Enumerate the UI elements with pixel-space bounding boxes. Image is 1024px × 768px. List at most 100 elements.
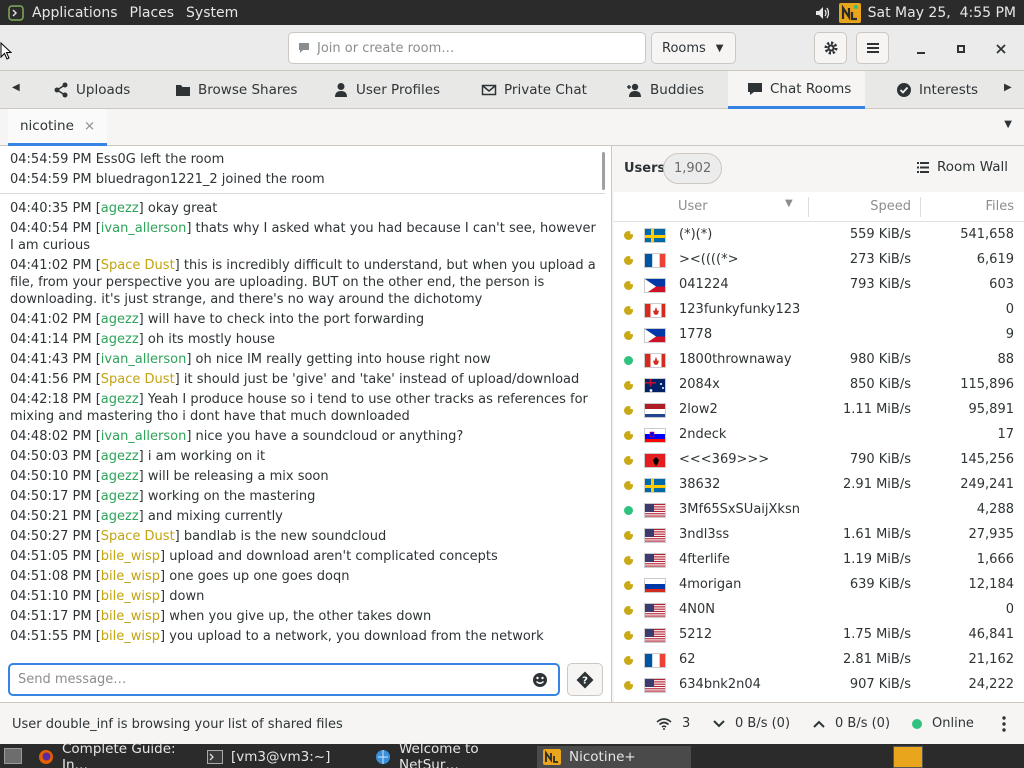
tabs-scroll-right-icon[interactable]: ▶ — [1004, 82, 1012, 93]
room-input[interactable] — [317, 40, 645, 56]
user-row[interactable]: 3ndl3ss 1.61 MiB/s 27,935 — [614, 523, 1024, 548]
close-room-icon[interactable]: × — [84, 118, 95, 134]
list-icon — [917, 161, 929, 173]
message-username[interactable]: bile_wisp — [101, 569, 160, 584]
taskbar-nicotine[interactable]: Nicotine+ — [537, 746, 691, 768]
tab-uploads[interactable]: Uploads — [52, 71, 138, 109]
activity-scrollbar[interactable] — [602, 152, 605, 190]
chat-help-button[interactable]: ? — [567, 663, 603, 696]
places-menu[interactable]: Places — [124, 5, 181, 21]
room-wall-button[interactable]: Room Wall — [917, 159, 1008, 175]
user-row[interactable]: 2084x 850 KiB/s 115,896 — [614, 373, 1024, 398]
tab-user-profiles[interactable]: User Profiles — [332, 71, 440, 109]
user-row[interactable]: 62 2.81 MiB/s 21,162 — [614, 648, 1024, 673]
minimize-button[interactable] — [909, 37, 933, 61]
message-username[interactable]: agezz — [101, 392, 139, 407]
message-username[interactable]: agezz — [101, 489, 139, 504]
connections-count: 3 — [682, 716, 691, 731]
tab-browse-shares[interactable]: Browse Shares — [174, 71, 297, 109]
tab-interests-label: Interests — [919, 82, 979, 98]
preferences-button[interactable] — [814, 32, 847, 64]
taskbar-terminal[interactable]: [vm3@vm3:~] — [201, 746, 367, 768]
chat-message: 04:41:02 PM [agezz] will have to check i… — [10, 312, 425, 327]
user-name: ><((((*> — [679, 252, 739, 267]
taskbar-netsurf[interactable]: Welcome to NetSur… — [369, 741, 535, 768]
upload-speed[interactable]: 0 B/s (0) — [813, 716, 890, 731]
user-row[interactable]: <<<369>>> 790 KiB/s 145,256 — [614, 448, 1024, 473]
user-row[interactable]: 4N0N 0 — [614, 598, 1024, 623]
tab-interests[interactable]: Interests — [895, 71, 978, 109]
user-row[interactable]: 5212 1.75 MiB/s 46,841 — [614, 623, 1024, 648]
clock[interactable]: Sat May 25, 4:55 PM — [868, 5, 1016, 21]
message-username[interactable]: bile_wisp — [101, 549, 160, 564]
user-row[interactable]: 041224 793 KiB/s 603 — [614, 273, 1024, 298]
room-list-chevron-icon[interactable]: ▼ — [1004, 119, 1012, 130]
connections-indicator[interactable]: 3 — [656, 716, 690, 731]
volume-icon[interactable] — [814, 4, 832, 22]
message-username[interactable]: agezz — [101, 509, 139, 524]
tabs-scroll-left-icon[interactable]: ◀ — [12, 82, 20, 93]
main-menu-button[interactable] — [856, 32, 889, 64]
message-username[interactable]: agezz — [101, 332, 139, 347]
taskbar-firefox[interactable]: Complete Guide: In… — [32, 741, 198, 768]
user-row[interactable]: 123funkyfunky123 0 — [614, 298, 1024, 323]
room-tab-nicotine[interactable]: nicotine × — [8, 109, 108, 146]
message-username[interactable]: ivan_allerson — [101, 352, 187, 367]
emoji-icon[interactable] — [528, 668, 552, 692]
message-input[interactable] — [18, 672, 528, 687]
user-row[interactable]: 4morigan 639 KiB/s 12,184 — [614, 573, 1024, 598]
room-entry[interactable] — [288, 32, 646, 64]
message-text: nice you have a soundcloud or anything? — [191, 429, 464, 444]
user-files: 21,162 — [968, 652, 1015, 667]
status-online-icon — [624, 506, 633, 515]
tab-buddies[interactable]: Buddies — [626, 71, 704, 109]
message-username[interactable]: agezz — [101, 201, 139, 216]
user-row[interactable]: 1778 9 — [614, 323, 1024, 348]
message-username[interactable]: bile_wisp — [101, 609, 160, 624]
flag-ru-icon — [644, 578, 666, 593]
message-username[interactable]: ivan_allerson — [101, 429, 187, 444]
message-composer[interactable] — [8, 663, 560, 696]
sort-down-icon[interactable]: ▼ — [785, 198, 793, 209]
message-username[interactable]: Space Dust — [101, 529, 175, 544]
user-speed: 1.11 MiB/s — [843, 402, 911, 417]
user-name: 5212 — [679, 627, 713, 642]
col-user-header[interactable]: User — [678, 199, 708, 214]
user-name: 3Mf65SxSUaijXksn — [679, 502, 800, 517]
message-username[interactable]: agezz — [101, 312, 139, 327]
message-username[interactable]: Space Dust — [101, 258, 175, 273]
message-username[interactable]: agezz — [101, 449, 139, 464]
nicotine-tray-icon[interactable] — [838, 2, 862, 24]
message-time: 04:40:35 PM — [10, 201, 92, 216]
user-row[interactable]: 2ndeck 17 — [614, 423, 1024, 448]
message-username[interactable]: Space Dust — [101, 372, 175, 387]
user-row[interactable]: 1800thrownaway 980 KiB/s 88 — [614, 348, 1024, 373]
user-row[interactable]: 634bnk2n04 907 KiB/s 24,222 — [614, 673, 1024, 698]
user-row[interactable]: 2low2 1.11 MiB/s 95,891 — [614, 398, 1024, 423]
rooms-dropdown-button[interactable]: Rooms ▼ — [651, 32, 736, 64]
user-row[interactable]: (*)(*) 559 KiB/s 541,658 — [614, 223, 1024, 248]
message-username[interactable]: ivan_allerson — [101, 221, 187, 236]
message-username[interactable]: bile_wisp — [101, 629, 160, 644]
download-speed[interactable]: 0 B/s (0) — [713, 716, 790, 731]
online-status-button[interactable]: Online — [912, 716, 974, 731]
user-row[interactable]: 4fterlife 1.19 MiB/s 1,666 — [614, 548, 1024, 573]
message-text: you upload to a network, you download fr… — [165, 629, 544, 644]
message-username[interactable]: agezz — [101, 469, 139, 484]
tab-private-chat[interactable]: Private Chat — [480, 71, 587, 109]
maximize-button[interactable] — [949, 37, 973, 61]
more-options-icon[interactable] — [1002, 716, 1006, 732]
user-row[interactable]: 38632 2.91 MiB/s 249,241 — [614, 473, 1024, 498]
user-files: 46,841 — [968, 627, 1015, 642]
applications-menu[interactable]: Applications — [0, 5, 124, 21]
user-row[interactable]: ><((((*> 273 KiB/s 6,619 — [614, 248, 1024, 273]
col-files-header[interactable]: Files — [985, 199, 1014, 214]
message-username[interactable]: bile_wisp — [101, 589, 160, 604]
show-desktop-icon[interactable] — [4, 748, 22, 764]
user-row[interactable]: 3Mf65SxSUaijXksn 4,288 — [614, 498, 1024, 523]
col-speed-header[interactable]: Speed — [870, 199, 911, 214]
tab-chat-rooms[interactable]: Chat Rooms — [728, 71, 865, 109]
system-menu[interactable]: System — [180, 5, 244, 21]
close-button[interactable] — [989, 37, 1013, 61]
workspace-nicotine-icon[interactable] — [893, 746, 923, 768]
